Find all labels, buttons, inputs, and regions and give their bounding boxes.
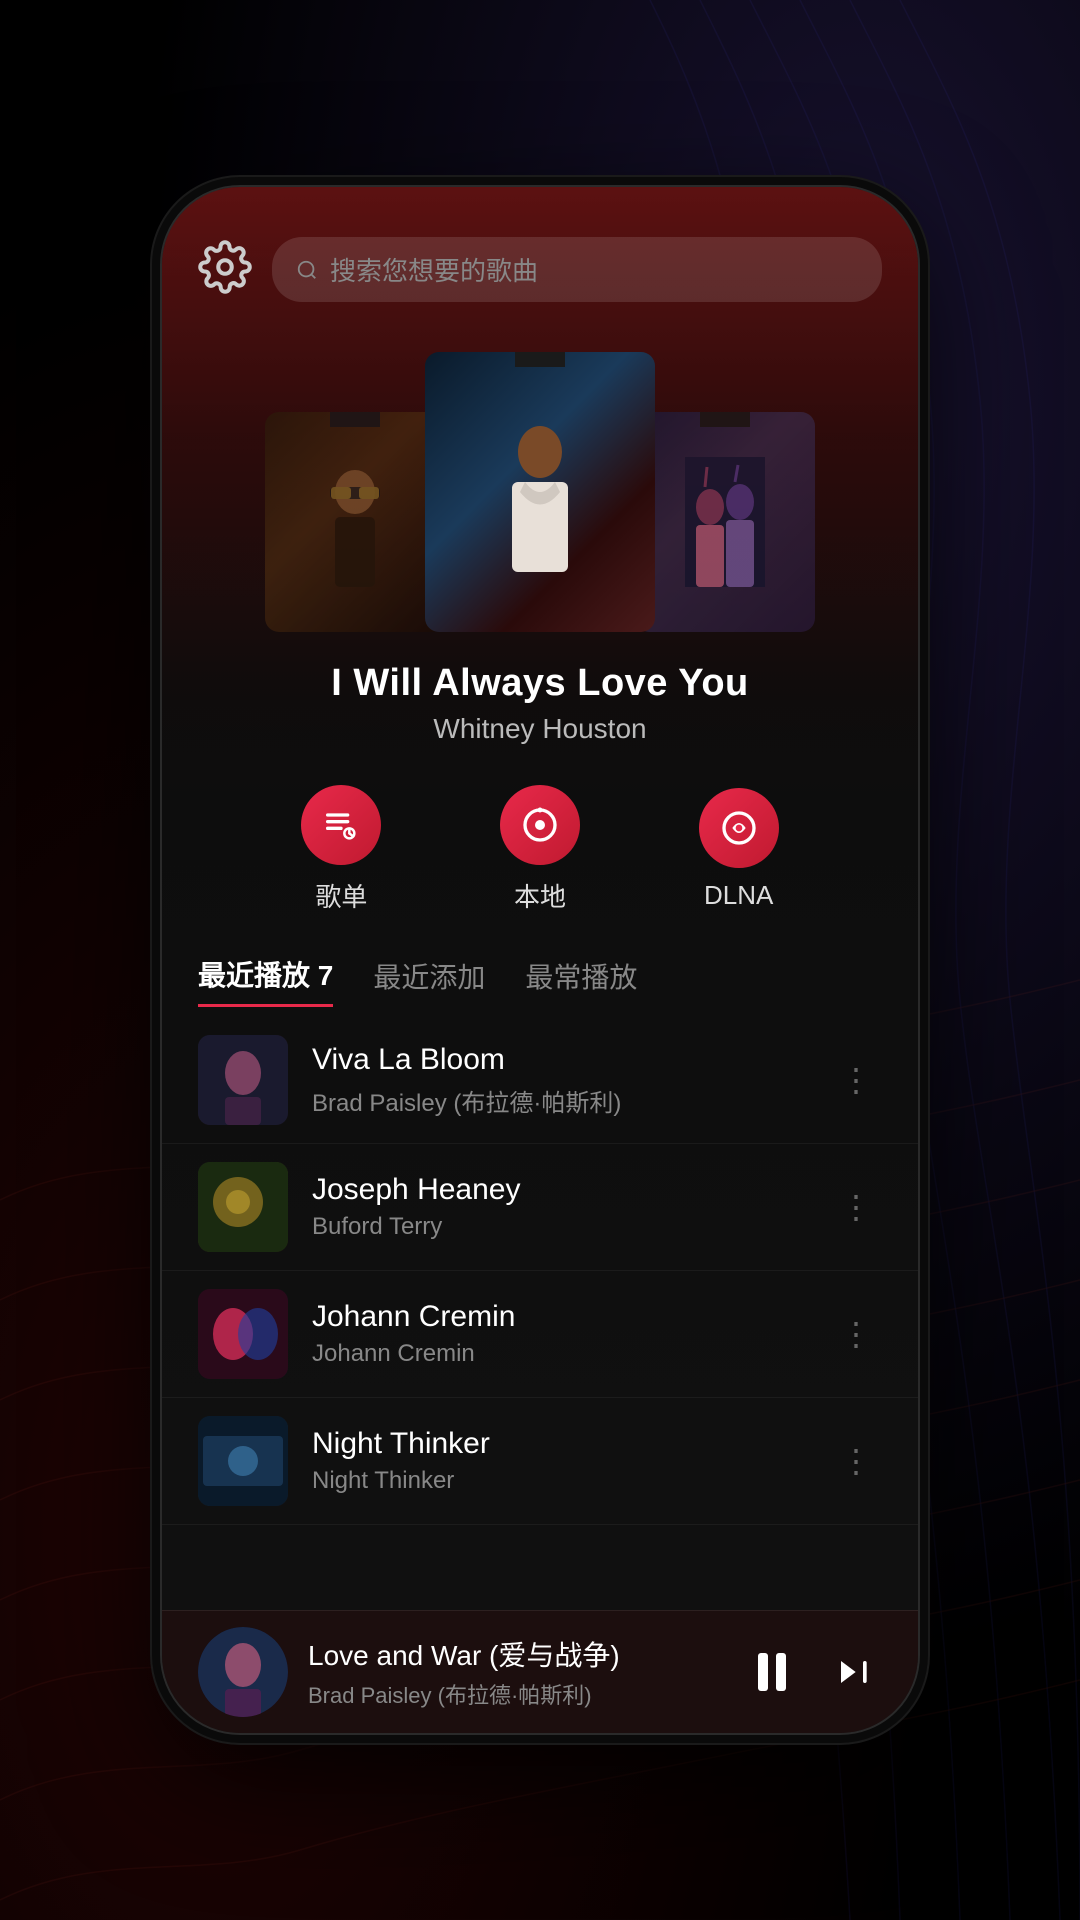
song-info-2: Joseph Heaney Buford Terry <box>312 1173 806 1241</box>
next-button[interactable] <box>822 1642 882 1702</box>
song-list: Viva La Bloom Brad Paisley (布拉德·帕斯利) ⋮ J… <box>162 1007 918 1610</box>
song-title-1: Viva La Bloom <box>312 1043 806 1077</box>
pause-button[interactable] <box>742 1642 802 1702</box>
local-icon <box>500 785 580 865</box>
list-item[interactable]: Viva La Bloom Brad Paisley (布拉德·帕斯利) ⋮ <box>162 1017 918 1144</box>
more-button-2[interactable]: ⋮ <box>830 1178 882 1236</box>
song-artist-1: Brad Paisley (布拉德·帕斯利) <box>312 1083 806 1118</box>
dlna-icon <box>699 788 779 868</box>
track-info: I Will Always Love You Whitney Houston <box>162 642 918 755</box>
nav-dlna[interactable]: DLNA <box>699 788 779 911</box>
now-playing-title: Love and War (爱与战争) <box>308 1634 722 1674</box>
song-artist-3: Johann Cremin <box>312 1340 806 1368</box>
song-info-1: Viva La Bloom Brad Paisley (布拉德·帕斯利) <box>312 1043 806 1118</box>
nav-playlist[interactable]: 歌单 <box>301 785 381 914</box>
more-button-4[interactable]: ⋮ <box>830 1432 882 1490</box>
header: 搜索您想要的歌曲 <box>162 187 918 322</box>
phone-frame: 搜索您想要的歌曲 <box>160 185 920 1735</box>
play-controls <box>742 1642 882 1702</box>
song-artist-4: Night Thinker <box>312 1467 806 1495</box>
song-thumb-1 <box>198 1035 288 1125</box>
nav-icons: 歌单 本地 DLNA <box>162 755 918 944</box>
song-thumb-3 <box>198 1289 288 1379</box>
tab-recently-added[interactable]: 最近添加 <box>373 956 485 1006</box>
now-playing-thumb <box>198 1627 288 1717</box>
song-thumb-2 <box>198 1162 288 1252</box>
album-card-right[interactable] <box>635 412 815 632</box>
now-playing-bar[interactable]: Love and War (爱与战争) Brad Paisley (布拉德·帕斯… <box>162 1610 918 1733</box>
album-card-left[interactable] <box>265 412 445 632</box>
track-title: I Will Always Love You <box>162 662 918 705</box>
now-playing-info: Love and War (爱与战争) Brad Paisley (布拉德·帕斯… <box>308 1634 722 1710</box>
nav-local-label: 本地 <box>514 877 566 914</box>
list-item[interactable]: Joseph Heaney Buford Terry ⋮ <box>162 1144 918 1271</box>
tabs-row: 最近播放 7 最近添加 最常播放 <box>162 944 918 1007</box>
nav-playlist-label: 歌单 <box>315 877 367 914</box>
song-title-3: Johann Cremin <box>312 1300 806 1334</box>
pause-icon <box>758 1653 786 1691</box>
tab-recent-play[interactable]: 最近播放 7 <box>198 954 333 1007</box>
song-artist-2: Buford Terry <box>312 1213 806 1241</box>
album-carousel <box>162 322 918 642</box>
search-input[interactable]: 搜索您想要的歌曲 <box>330 251 538 288</box>
song-info-4: Night Thinker Night Thinker <box>312 1427 806 1495</box>
nav-local[interactable]: 本地 <box>500 785 580 914</box>
song-title-4: Night Thinker <box>312 1427 806 1461</box>
song-info-3: Johann Cremin Johann Cremin <box>312 1300 806 1368</box>
nav-dlna-label: DLNA <box>704 880 773 911</box>
playlist-icon <box>301 785 381 865</box>
tab-most-played[interactable]: 最常播放 <box>525 956 637 1006</box>
search-bar[interactable]: 搜索您想要的歌曲 <box>272 237 882 302</box>
song-title-2: Joseph Heaney <box>312 1173 806 1207</box>
album-card-center[interactable] <box>425 352 655 632</box>
more-button-3[interactable]: ⋮ <box>830 1305 882 1363</box>
track-artist: Whitney Houston <box>162 713 918 745</box>
song-thumb-4 <box>198 1416 288 1506</box>
now-playing-artist: Brad Paisley (布拉德·帕斯利) <box>308 1678 722 1710</box>
list-item[interactable]: Johann Cremin Johann Cremin ⋮ <box>162 1271 918 1398</box>
settings-button[interactable] <box>198 240 252 299</box>
list-item[interactable]: Night Thinker Night Thinker ⋮ <box>162 1398 918 1525</box>
more-button-1[interactable]: ⋮ <box>830 1051 882 1109</box>
